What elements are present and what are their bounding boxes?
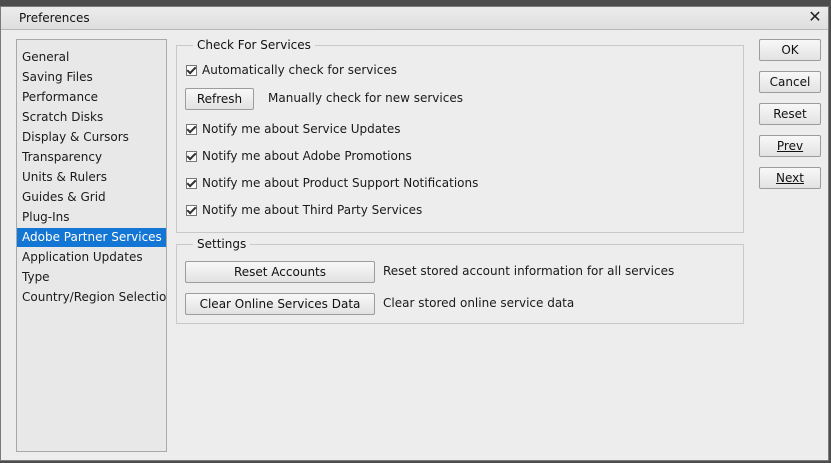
notify-updates-checkbox[interactable] bbox=[186, 123, 197, 135]
next-button-label: Next bbox=[776, 171, 804, 185]
auto-check-row[interactable]: Automatically check for services bbox=[186, 60, 397, 80]
sidebar-item-general[interactable]: General bbox=[17, 48, 166, 67]
notify-updates-label: Notify me about Service Updates bbox=[202, 122, 401, 136]
notify-promotions-row[interactable]: Notify me about Adobe Promotions bbox=[186, 146, 412, 166]
cancel-button[interactable]: Cancel bbox=[759, 71, 821, 93]
reset-accounts-button[interactable]: Reset Accounts bbox=[185, 261, 375, 283]
title-bar[interactable]: Preferences ✕ bbox=[1, 7, 828, 30]
sidebar-item-display-cursors[interactable]: Display & Cursors bbox=[17, 128, 166, 147]
sidebar-item-scratch-disks[interactable]: Scratch Disks bbox=[17, 108, 166, 127]
preferences-dialog: Preferences ✕ General Saving Files Perfo… bbox=[0, 6, 829, 461]
notify-updates-row[interactable]: Notify me about Service Updates bbox=[186, 119, 401, 139]
sidebar-item-guides-grid[interactable]: Guides & Grid bbox=[17, 188, 166, 207]
reset-accounts-description: Reset stored account information for all… bbox=[383, 264, 675, 278]
preferences-category-list[interactable]: General Saving Files Performance Scratch… bbox=[16, 39, 167, 452]
sidebar-item-performance[interactable]: Performance bbox=[17, 88, 166, 107]
close-icon[interactable]: ✕ bbox=[806, 8, 824, 26]
sidebar-item-adobe-partner-services[interactable]: Adobe Partner Services bbox=[17, 228, 166, 247]
prev-button[interactable]: Prev bbox=[759, 135, 821, 157]
sidebar-item-type[interactable]: Type bbox=[17, 268, 166, 287]
clear-online-data-button[interactable]: Clear Online Services Data bbox=[185, 293, 375, 315]
window-title: Preferences bbox=[19, 11, 90, 25]
notify-third-party-checkbox[interactable] bbox=[186, 204, 197, 216]
settings-title: Settings bbox=[193, 237, 251, 251]
auto-check-checkbox[interactable] bbox=[186, 64, 197, 76]
notify-support-row[interactable]: Notify me about Product Support Notifica… bbox=[186, 173, 478, 193]
notify-promotions-checkbox[interactable] bbox=[186, 150, 197, 162]
reset-button[interactable]: Reset bbox=[759, 103, 821, 125]
check-for-services-group: Check For Services Automatically check f… bbox=[176, 38, 744, 233]
sidebar-item-application-updates[interactable]: Application Updates bbox=[17, 248, 166, 267]
prev-button-label: Prev bbox=[776, 139, 804, 153]
notify-support-checkbox[interactable] bbox=[186, 177, 197, 189]
sidebar-item-transparency[interactable]: Transparency bbox=[17, 148, 166, 167]
check-for-services-title: Check For Services bbox=[193, 38, 315, 52]
sidebar-item-plug-ins[interactable]: Plug-Ins bbox=[17, 208, 166, 227]
notify-support-label: Notify me about Product Support Notifica… bbox=[202, 176, 479, 190]
auto-check-label: Automatically check for services bbox=[202, 63, 397, 77]
next-button[interactable]: Next bbox=[759, 167, 821, 189]
settings-group: Settings Reset Accounts Reset stored acc… bbox=[176, 237, 744, 324]
clear-online-data-description: Clear stored online service data bbox=[383, 296, 575, 310]
notify-third-party-label: Notify me about Third Party Services bbox=[202, 203, 423, 217]
sidebar-item-units-rulers[interactable]: Units & Rulers bbox=[17, 168, 166, 187]
notify-third-party-row[interactable]: Notify me about Third Party Services bbox=[186, 200, 422, 220]
ok-button[interactable]: OK bbox=[759, 39, 821, 61]
sidebar-item-saving-files[interactable]: Saving Files bbox=[17, 68, 166, 87]
refresh-button[interactable]: Refresh bbox=[185, 88, 254, 110]
notify-promotions-label: Notify me about Adobe Promotions bbox=[202, 149, 412, 163]
refresh-description: Manually check for new services bbox=[268, 91, 463, 105]
sidebar-item-country-region[interactable]: Country/Region Selection bbox=[17, 288, 166, 307]
